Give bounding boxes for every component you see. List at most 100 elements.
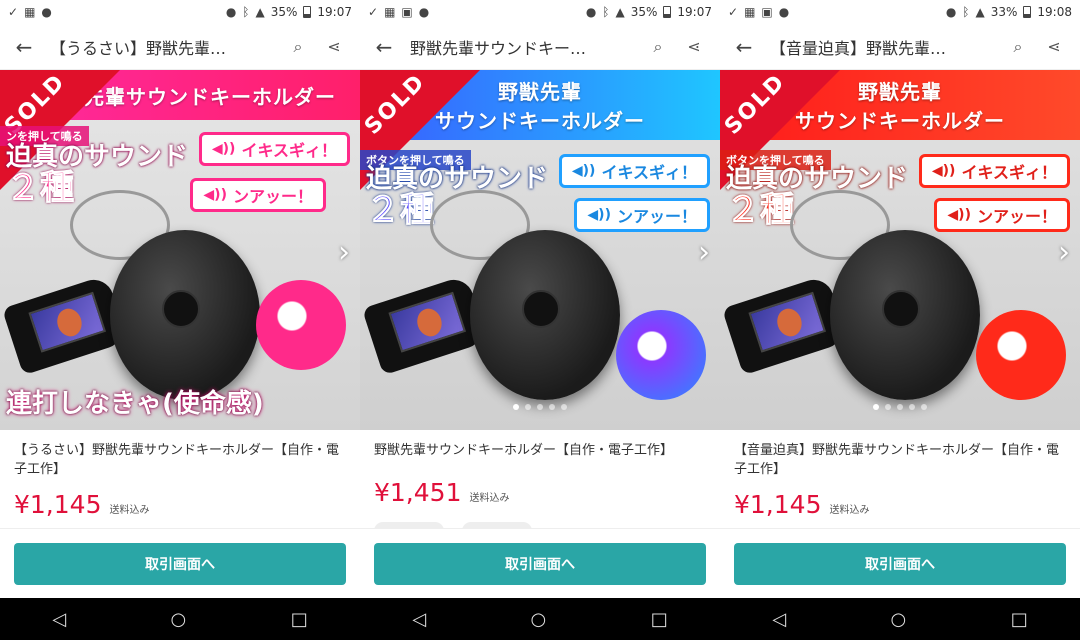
- share-icon[interactable]: ⋖: [676, 37, 712, 56]
- location-icon: ●: [41, 5, 52, 19]
- image-bottom-text: 連打しなきゃ(使命感): [6, 389, 264, 419]
- nav-home-icon[interactable]: ○: [171, 609, 187, 630]
- product-image-carousel[interactable]: 野獣先輩 サウンドキーホルダー SOLD ボタンを押して鳴る 迫真のサウンド ２…: [360, 70, 720, 430]
- check-icon: ✓: [8, 5, 19, 19]
- chevron-right-icon[interactable]: ›: [338, 235, 350, 270]
- image-icon: ▣: [401, 5, 413, 19]
- shipping-label: 送料込み: [469, 493, 510, 504]
- battery-icon: [303, 6, 312, 18]
- shipping-label: 送料込み: [109, 505, 150, 516]
- chevron-right-icon[interactable]: ›: [1058, 235, 1070, 270]
- shipping-label: 送料込み: [829, 505, 870, 516]
- search-icon[interactable]: ⌕: [640, 37, 676, 57]
- carousel-dots: [720, 404, 1080, 410]
- face-image: [413, 305, 446, 340]
- clock: 19:08: [1037, 5, 1072, 19]
- sound-device: [830, 230, 980, 400]
- sound-pill-2: ◀)) ンアッー！: [574, 198, 710, 232]
- battery-percent: 33%: [990, 5, 1018, 19]
- phone-screen-2: ✓ ▦ ▣ ● ● ᛒ ▲ 35% 19:07 ← 野獣先輩サウンドキー… ⌕ …: [360, 0, 720, 640]
- footer: 取引画面へ: [720, 528, 1080, 598]
- product-info: 【うるさい】野獣先輩サウンドキーホルダー【自作・電子工作】 ¥1,145 送料込…: [0, 430, 360, 528]
- nav-back-icon[interactable]: ◁: [412, 609, 426, 630]
- nav-back-icon[interactable]: ◁: [772, 609, 786, 630]
- android-nav-bar: ◁ ○ □: [0, 598, 360, 640]
- share-icon[interactable]: ⋖: [316, 37, 352, 56]
- location-icon: ●: [418, 5, 430, 19]
- search-icon[interactable]: ⌕: [1000, 37, 1036, 57]
- cube-icon: ▦: [24, 5, 36, 19]
- signal-icon: ▲: [255, 5, 265, 19]
- sound-pill-2: ◀)) ンアッー！: [190, 178, 326, 212]
- speaker-icon: ◀)): [931, 163, 956, 179]
- battery-percent: 35%: [270, 5, 298, 19]
- nav-recent-icon[interactable]: □: [291, 609, 308, 630]
- item-name: 【うるさい】野獣先輩サウンドキーホルダー【自作・電子工作】: [14, 443, 340, 477]
- speaker-icon: ◀)): [211, 141, 236, 157]
- sound-pill-1: ◀)) イキスギィ！: [558, 154, 710, 188]
- three-phone-screens: ✓ ▦ ● ● ᛒ ▲ 35% 19:07 ← 【うるさい】野獣先輩… ⌕ ⋖ …: [0, 0, 1080, 640]
- back-arrow-icon[interactable]: ←: [368, 35, 400, 59]
- speaker-icon: ◀)): [587, 207, 611, 223]
- signal-icon: ▲: [615, 5, 625, 19]
- app-bar: ← 【うるさい】野獣先輩… ⌕ ⋖: [0, 24, 360, 70]
- app-bar: ← 【音量迫真】野獣先輩… ⌕ ⋖: [720, 24, 1080, 70]
- cube-icon: ▦: [744, 5, 756, 19]
- go-to-transaction-button[interactable]: 取引画面へ: [734, 543, 1066, 585]
- sound-device: [470, 230, 620, 400]
- page-title: 【うるさい】野獣先輩…: [50, 38, 227, 58]
- nav-recent-icon[interactable]: □: [651, 609, 668, 630]
- location-icon: ●: [225, 5, 237, 19]
- price: ¥1,145: [734, 490, 822, 519]
- clock: 19:07: [677, 5, 712, 19]
- item-name: 野獣先輩サウンドキーホルダー【自作・電子工作】: [374, 443, 674, 458]
- sound-device: [110, 230, 260, 400]
- back-arrow-icon[interactable]: ←: [8, 35, 40, 59]
- bluetooth-icon: ᛒ: [602, 5, 610, 19]
- chevron-right-icon[interactable]: ›: [698, 235, 710, 270]
- bluetooth-icon: ᛒ: [962, 5, 970, 19]
- android-nav-bar: ◁ ○ □: [720, 598, 1080, 640]
- speaker-icon: ◀)): [571, 163, 596, 179]
- page-title: 【音量迫真】野獣先輩…: [770, 38, 947, 58]
- cube-icon: ▦: [384, 5, 396, 19]
- go-to-transaction-button[interactable]: 取引画面へ: [14, 543, 346, 585]
- nav-back-icon[interactable]: ◁: [52, 609, 66, 630]
- face-image: [773, 305, 806, 340]
- photo-tag: [721, 274, 849, 376]
- android-nav-bar: ◁ ○ □: [360, 598, 720, 640]
- battery-percent: 35%: [630, 5, 658, 19]
- location-icon: ●: [778, 5, 790, 19]
- face-silhouette-icon: [616, 310, 706, 400]
- signal-icon: ▲: [975, 5, 985, 19]
- price: ¥1,451: [374, 478, 462, 507]
- face-image: [53, 305, 86, 340]
- status-bar: ✓ ▦ ● ● ᛒ ▲ 35% 19:07: [0, 0, 360, 24]
- app-bar: ← 野獣先輩サウンドキー… ⌕ ⋖: [360, 24, 720, 70]
- sound-pill-1: ◀)) イキスギィ！: [198, 132, 350, 166]
- nav-recent-icon[interactable]: □: [1011, 609, 1028, 630]
- speaker-icon: ◀)): [203, 187, 227, 203]
- product-image-carousel[interactable]: 野獣先輩 サウンドキーホルダー SOLD ボタンを押して鳴る 迫真のサウンド ２…: [720, 70, 1080, 430]
- face-silhouette-icon: [256, 280, 346, 370]
- product-info: 【音量迫真】野獣先輩サウンドキーホルダー【自作・電子工作】 ¥1,145 送料込…: [720, 430, 1080, 528]
- nav-home-icon[interactable]: ○: [891, 609, 907, 630]
- face-silhouette-icon: [976, 310, 1066, 400]
- search-icon[interactable]: ⌕: [280, 37, 316, 57]
- item-name: 【音量迫真】野獣先輩サウンドキーホルダー【自作・電子工作】: [734, 443, 1060, 477]
- footer: 取引画面へ: [0, 528, 360, 598]
- product-image-carousel[interactable]: 先輩サウンドキーホルダー SOLD ンを押して鳴る 迫真のサウンド ２種 ◀))…: [0, 70, 360, 430]
- page-title: 野獣先輩サウンドキー…: [410, 38, 587, 58]
- phone-screen-1: ✓ ▦ ● ● ᛒ ▲ 35% 19:07 ← 【うるさい】野獣先輩… ⌕ ⋖ …: [0, 0, 360, 640]
- photo-tag: [1, 274, 129, 376]
- nav-home-icon[interactable]: ○: [531, 609, 547, 630]
- bluetooth-icon: ᛒ: [242, 5, 250, 19]
- location-icon: ●: [585, 5, 597, 19]
- image-icon: ▣: [761, 5, 773, 19]
- go-to-transaction-button[interactable]: 取引画面へ: [374, 543, 706, 585]
- sound-pill-1: ◀)) イキスギィ！: [918, 154, 1070, 188]
- back-arrow-icon[interactable]: ←: [728, 35, 760, 59]
- carousel-dots: [360, 404, 720, 410]
- share-icon[interactable]: ⋖: [1036, 37, 1072, 56]
- speaker-icon: ◀)): [947, 207, 971, 223]
